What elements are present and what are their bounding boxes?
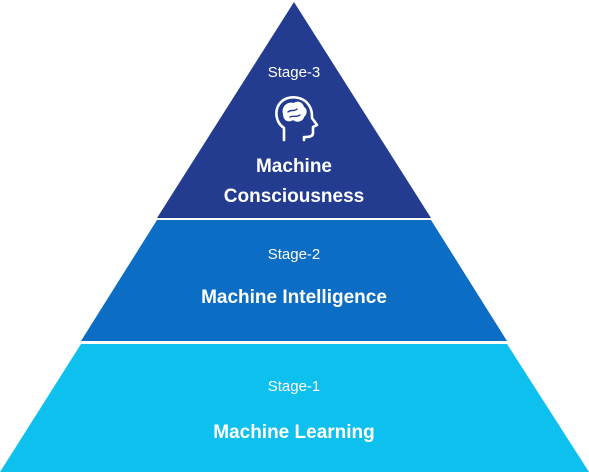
tier-stage-1-shape — [0, 344, 589, 472]
tier-stage-3: Stage-3 Machine Consciousness — [157, 2, 431, 218]
tier-stage-3-title-line-1: Machine — [256, 156, 332, 177]
tier-stage-1-title: Machine Learning — [213, 422, 375, 443]
tier-stage-3-label: Stage-3 — [268, 64, 321, 81]
tier-stage-2-label: Stage-2 — [268, 246, 321, 263]
tier-stage-1: Stage-1 Machine Learning — [0, 344, 589, 472]
tier-stage-1-label: Stage-1 — [268, 378, 321, 395]
pyramid-diagram: Stage-3 Machine Consciousness Stage-2 Ma… — [0, 2, 589, 472]
tier-stage-3-title-line-2: Consciousness — [224, 186, 364, 207]
tier-stage-2: Stage-2 Machine Intelligence — [81, 220, 507, 341]
tier-stage-2-title: Machine Intelligence — [201, 287, 387, 308]
tier-stage-2-shape — [81, 220, 507, 341]
